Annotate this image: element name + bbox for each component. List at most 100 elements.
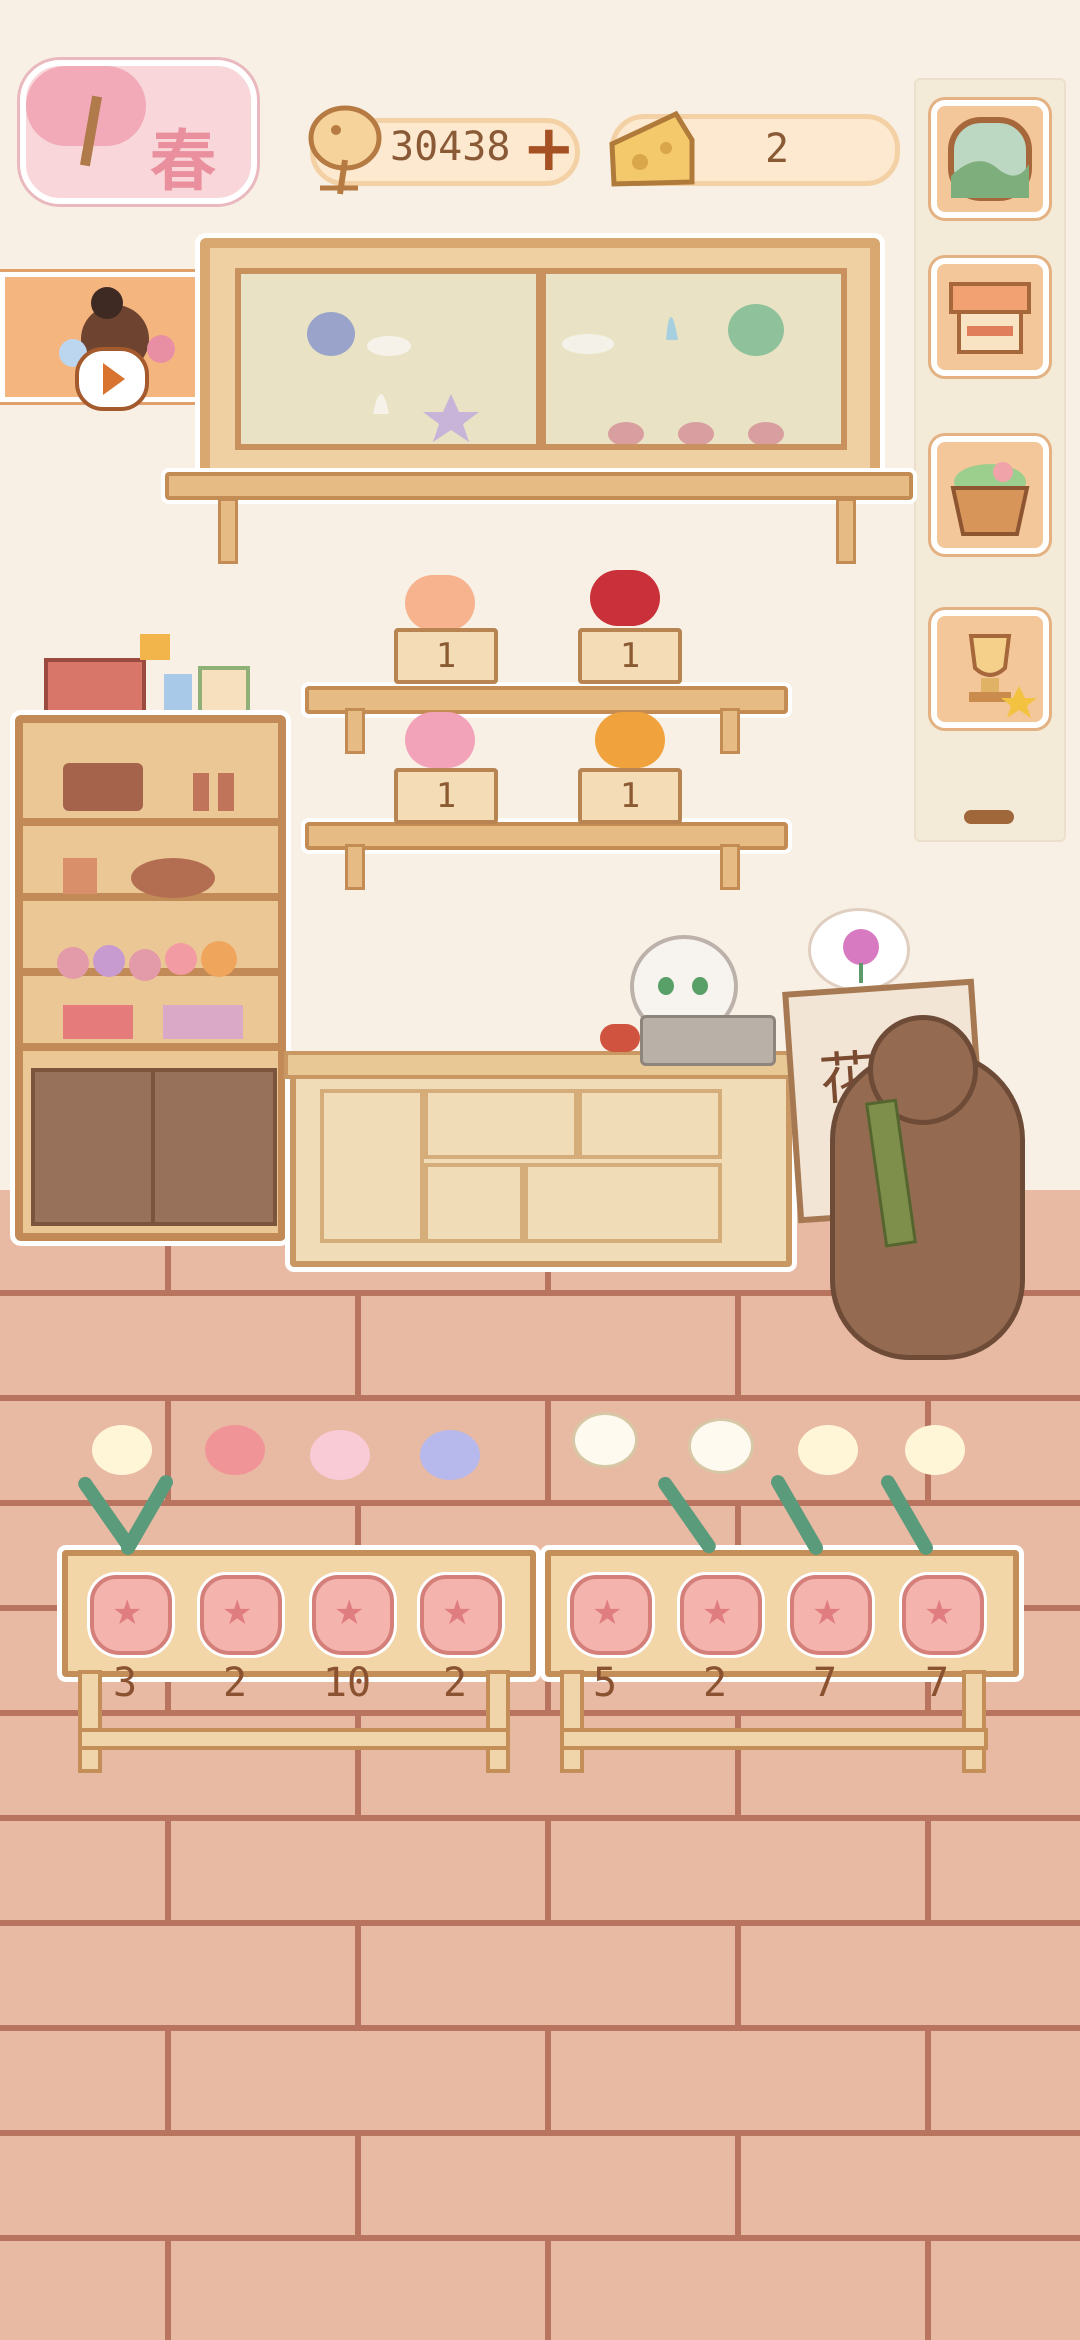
mixed-bouquet-icon[interactable] — [405, 575, 475, 631]
pansy-flower-icon[interactable] — [420, 1430, 480, 1480]
fish-coin-value: 30438 — [390, 124, 511, 170]
play-icon — [75, 347, 149, 411]
bouquet-shelf-upper — [305, 686, 788, 714]
cheese-icon — [609, 110, 695, 187]
brick-joint — [545, 1820, 551, 1920]
bouquet-crate[interactable]: 1 — [394, 628, 498, 684]
plus-icon: + — [522, 112, 576, 186]
flower-stock-count: 7 — [924, 1660, 950, 1706]
brick-row-line — [0, 1815, 1080, 1821]
fish-bone-icon — [308, 105, 382, 195]
flower-pot[interactable]: ★ — [420, 1575, 502, 1655]
brick-row-line — [0, 1395, 1080, 1401]
brick-joint — [735, 1295, 741, 1395]
market-stall-icon — [949, 282, 1031, 354]
flower-pot[interactable]: ★ — [312, 1575, 394, 1655]
pink-bouquet-icon[interactable] — [405, 712, 475, 768]
brick-joint — [355, 1925, 361, 2025]
gift-boxes-icon — [44, 634, 250, 716]
collapse-sidebar-button[interactable] — [964, 810, 1014, 824]
planter-rail — [560, 1728, 988, 1750]
cat-eye — [692, 977, 708, 995]
flower-stock-count: 2 — [702, 1660, 728, 1706]
bouquet-shelf-lower — [305, 822, 788, 850]
flower-basket-icon — [950, 462, 1030, 536]
shelf-bracket — [836, 498, 856, 564]
cheese-value: 2 — [765, 126, 790, 172]
flower-basket-button[interactable] — [931, 436, 1049, 554]
brick-joint — [925, 1820, 931, 1920]
flower-stock-count: 7 — [812, 1660, 838, 1706]
brick-joint — [925, 2030, 931, 2130]
shelf-bracket — [345, 708, 365, 754]
calla-lily-flower-icon[interactable] — [905, 1425, 965, 1475]
brick-joint — [165, 1820, 171, 1920]
hydrangea-flower-icon[interactable] — [310, 1430, 370, 1480]
brick-row-line — [0, 2130, 1080, 2136]
calla-lily-flower-icon[interactable] — [798, 1425, 858, 1475]
season-button[interactable] — [20, 60, 257, 204]
flower-stock-count: 5 — [592, 1660, 618, 1706]
trophy-icon — [968, 634, 1037, 718]
yellow-bouquet-icon[interactable] — [595, 712, 665, 768]
brick-joint — [735, 1925, 741, 2025]
shelf-bracket — [345, 844, 365, 890]
bouquet-crate[interactable]: 1 — [578, 768, 682, 824]
flower-pot[interactable]: ★ — [90, 1575, 172, 1655]
brick-row-line — [0, 2025, 1080, 2031]
berries-decor — [600, 1024, 640, 1052]
cabinet-door-right — [151, 1068, 277, 1226]
flower-pot[interactable]: ★ — [200, 1575, 282, 1655]
brick-row-line — [0, 1710, 1080, 1716]
rose-flower-icon[interactable] — [205, 1425, 265, 1475]
brick-joint — [165, 2240, 171, 2340]
calla-lily-flower-icon[interactable] — [92, 1425, 152, 1475]
brick-joint — [545, 2240, 551, 2340]
flower-stock-count: 3 — [112, 1660, 138, 1706]
white-flower-icon[interactable] — [688, 1418, 754, 1474]
brick-row-line — [0, 2235, 1080, 2241]
cabinet-glass-left — [235, 268, 542, 450]
cash-register-icon — [640, 1015, 776, 1066]
right-sidebar — [916, 80, 1064, 840]
planter-rail — [78, 1728, 510, 1750]
brick-joint — [355, 1295, 361, 1395]
flower-request-bubble[interactable] — [808, 908, 910, 992]
pottery-decor — [307, 312, 479, 442]
achievements-button[interactable] — [931, 610, 1049, 728]
brick-floor — [0, 1190, 1080, 2340]
bookcase-shelf — [23, 1043, 278, 1051]
shelf-bracket — [720, 844, 740, 890]
brick-row-line — [0, 1920, 1080, 1926]
scenery-button[interactable] — [931, 100, 1049, 218]
flower-pot[interactable]: ★ — [902, 1575, 984, 1655]
bouquet-count: 1 — [435, 636, 457, 676]
flower-pot[interactable]: ★ — [790, 1575, 872, 1655]
shelf-bracket — [218, 498, 238, 564]
cabinet-shelf-board — [165, 472, 913, 500]
brick-joint — [355, 2135, 361, 2235]
bouquet-crate[interactable]: 1 — [578, 628, 682, 684]
flower-stock-count: 2 — [222, 1660, 248, 1706]
market-stall-button[interactable] — [931, 258, 1049, 376]
shop-counter — [284, 1051, 802, 1267]
flower-stock-count: 2 — [442, 1660, 468, 1706]
season-label: 春 — [150, 122, 216, 200]
brick-joint — [545, 1400, 551, 1500]
flower-pot[interactable]: ★ — [570, 1575, 652, 1655]
brick-joint — [165, 2030, 171, 2130]
craft-supplies-decor — [57, 763, 243, 1039]
counter-panels — [320, 1089, 722, 1243]
bookcase — [15, 715, 286, 1241]
cabinet-glass-right — [540, 268, 847, 450]
add-coins-button[interactable]: + — [518, 112, 576, 186]
watch-video-button[interactable] — [0, 272, 225, 411]
brick-joint — [925, 2240, 931, 2340]
white-flower-icon[interactable] — [572, 1412, 638, 1468]
cat-eye — [658, 977, 674, 995]
flower-pot[interactable]: ★ — [680, 1575, 762, 1655]
display-cabinet — [200, 238, 880, 488]
red-rose-bouquet-icon[interactable] — [590, 570, 660, 626]
bouquet-crate[interactable]: 1 — [394, 768, 498, 824]
cabinet-door-left — [31, 1068, 157, 1226]
